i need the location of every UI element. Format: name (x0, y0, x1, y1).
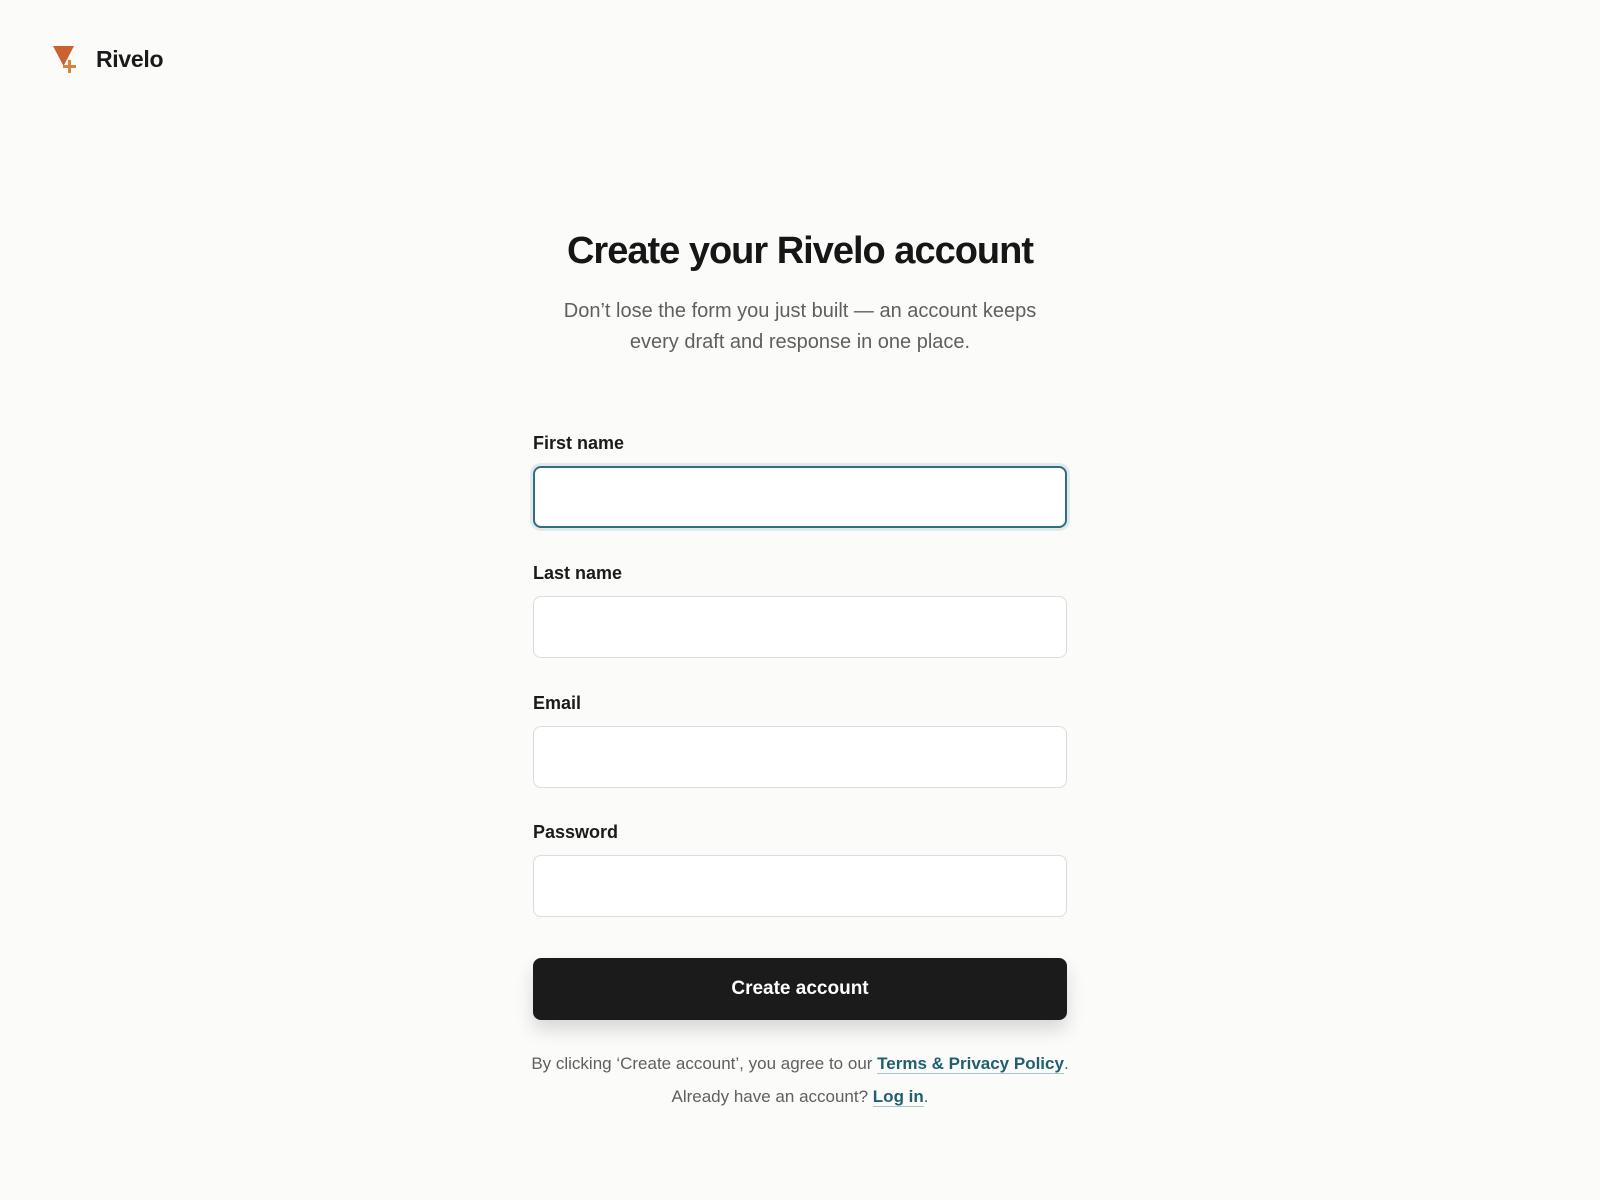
log-in-link[interactable]: Log in (872, 1087, 924, 1107)
terms-privacy-link[interactable]: Terms & Privacy Policy (877, 1054, 1064, 1074)
first-name-input[interactable] (533, 466, 1067, 528)
brand-name: Rivelo (96, 45, 164, 72)
legal-prefix: By clicking ‘Create account’, you agree … (531, 1054, 878, 1073)
page-title: Create your Rivelo account (566, 230, 1034, 272)
brand[interactable]: Rivelo (52, 44, 164, 74)
password-label: Password (533, 822, 619, 842)
login-suffix: . (923, 1087, 929, 1106)
login-prefix: Already have an account? (671, 1087, 873, 1106)
legal-suffix: . (1063, 1054, 1069, 1073)
create-account-button[interactable]: Create account (533, 958, 1067, 1020)
page-subtitle: Don’t lose the form you just built — an … (563, 300, 1037, 353)
login-prompt: Already have an account? Log in. (0, 1087, 1600, 1107)
first-name-label: First name (533, 433, 625, 453)
email-label: Email (533, 693, 582, 713)
triangle-plus-logo-icon (53, 46, 76, 73)
password-input[interactable] (533, 855, 1067, 917)
legal-notice: By clicking ‘Create account’, you agree … (0, 1054, 1600, 1074)
last-name-label: Last name (533, 563, 623, 583)
email-input[interactable] (533, 726, 1067, 788)
last-name-input[interactable] (533, 596, 1067, 658)
